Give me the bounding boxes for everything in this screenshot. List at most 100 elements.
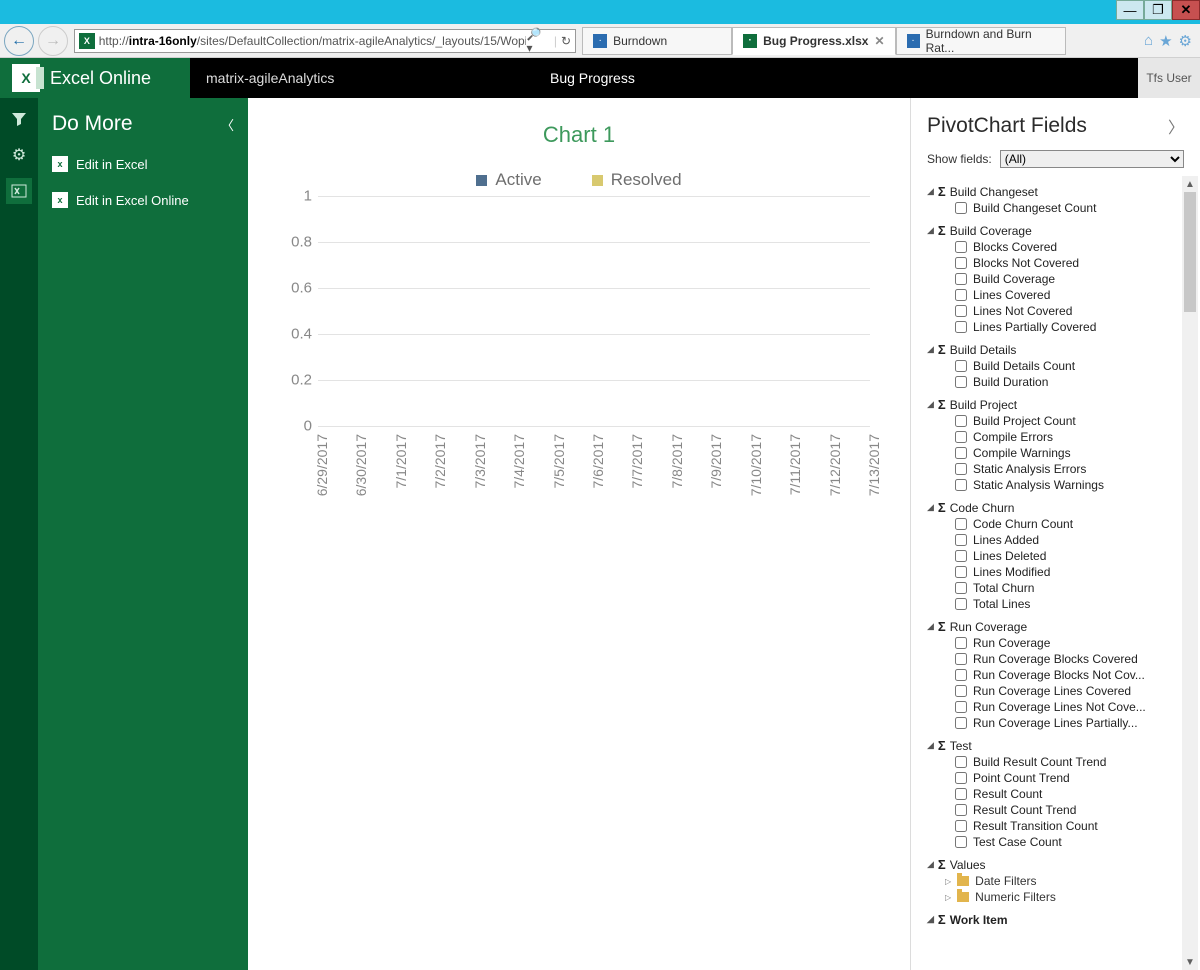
field-checkbox-row[interactable]: Result Transition Count (955, 819, 1180, 833)
search-dropdown-icon[interactable]: 🔎 ▾ (526, 27, 549, 55)
window-maximize-button[interactable]: ❐ (1144, 0, 1172, 20)
user-badge[interactable]: Tfs User (1138, 58, 1200, 98)
window-close-button[interactable]: ✕ (1172, 0, 1200, 20)
address-bar[interactable]: X http://intra-16only/sites/DefaultColle… (74, 29, 576, 53)
field-checkbox[interactable] (955, 360, 967, 372)
field-group-header[interactable]: ◢ΣWork Item (927, 912, 1180, 927)
legend-active[interactable]: Active (476, 170, 541, 190)
chevron-left-icon[interactable]: 〈 (221, 115, 234, 134)
field-checkbox[interactable] (955, 431, 967, 443)
sidebar-item[interactable]: xEdit in Excel (52, 156, 234, 172)
field-checkbox-row[interactable]: Run Coverage Blocks Not Cov... (955, 668, 1180, 682)
field-checkbox-row[interactable]: Static Analysis Errors (955, 462, 1180, 476)
field-checkbox[interactable] (955, 701, 967, 713)
back-button[interactable]: ← (4, 26, 34, 56)
scroll-thumb[interactable] (1184, 192, 1196, 312)
value-folder-row[interactable]: ▷Numeric Filters (945, 890, 1180, 904)
field-checkbox-row[interactable]: Run Coverage Lines Partially... (955, 716, 1180, 730)
field-checkbox-row[interactable]: Build Project Count (955, 414, 1180, 428)
field-checkbox[interactable] (955, 820, 967, 832)
field-checkbox[interactable] (955, 772, 967, 784)
field-checkbox-row[interactable]: Build Changeset Count (955, 201, 1180, 215)
browser-tab[interactable]: ·Burndown (582, 27, 732, 55)
field-checkbox[interactable] (955, 582, 967, 594)
field-checkbox[interactable] (955, 241, 967, 253)
field-group-header[interactable]: ◢ΣBuild Coverage (927, 223, 1180, 238)
field-checkbox-row[interactable]: Run Coverage Blocks Covered (955, 652, 1180, 666)
field-group-header[interactable]: ◢ΣRun Coverage (927, 619, 1180, 634)
field-checkbox[interactable] (955, 756, 967, 768)
field-checkbox-row[interactable]: Result Count Trend (955, 803, 1180, 817)
field-checkbox[interactable] (955, 685, 967, 697)
tab-close-icon[interactable]: ✕ (874, 34, 884, 48)
tools-icon[interactable]: ⚙ (1179, 32, 1192, 50)
field-group-header[interactable]: ◢ΣTest (927, 738, 1180, 753)
home-icon[interactable]: ⌂ (1144, 32, 1153, 50)
show-fields-select[interactable]: (All) (1000, 150, 1184, 168)
field-checkbox[interactable] (955, 447, 967, 459)
sidebar-item[interactable]: xEdit in Excel Online (52, 192, 234, 208)
breadcrumb[interactable]: matrix-agileAnalytics (190, 70, 510, 86)
field-checkbox[interactable] (955, 637, 967, 649)
value-folder-row[interactable]: ▷Date Filters (945, 874, 1180, 888)
forward-button[interactable]: → (38, 26, 68, 56)
gear-icon[interactable]: ⚙ (6, 142, 32, 168)
field-checkbox-row[interactable]: Run Coverage (955, 636, 1180, 650)
field-checkbox[interactable] (955, 598, 967, 610)
field-group-header[interactable]: ◢ΣBuild Project (927, 397, 1180, 412)
field-checkbox[interactable] (955, 836, 967, 848)
field-checkbox-row[interactable]: Point Count Trend (955, 771, 1180, 785)
field-checkbox[interactable] (955, 534, 967, 546)
field-checkbox[interactable] (955, 257, 967, 269)
excel-brand[interactable]: X Excel Online (0, 58, 190, 98)
field-checkbox[interactable] (955, 669, 967, 681)
field-checkbox-row[interactable]: Lines Added (955, 533, 1180, 547)
browser-tab[interactable]: ·Burndown and Burn Rat... (896, 27, 1066, 55)
field-checkbox[interactable] (955, 305, 967, 317)
field-checkbox-row[interactable]: Total Lines (955, 597, 1180, 611)
field-checkbox[interactable] (955, 550, 967, 562)
field-checkbox-row[interactable]: Build Result Count Trend (955, 755, 1180, 769)
field-checkbox-row[interactable]: Static Analysis Warnings (955, 478, 1180, 492)
field-checkbox[interactable] (955, 788, 967, 800)
field-group-header[interactable]: ◢ΣBuild Changeset (927, 184, 1180, 199)
window-minimize-button[interactable]: — (1116, 0, 1144, 20)
field-checkbox-row[interactable]: Lines Deleted (955, 549, 1180, 563)
field-checkbox[interactable] (955, 653, 967, 665)
field-checkbox-row[interactable]: Result Count (955, 787, 1180, 801)
chevron-right-icon[interactable]: 〉 (1168, 114, 1184, 138)
field-group-header[interactable]: ◢ΣValues (927, 857, 1180, 872)
field-checkbox-row[interactable]: Blocks Covered (955, 240, 1180, 254)
field-checkbox-row[interactable]: Lines Not Covered (955, 304, 1180, 318)
favorites-icon[interactable]: ★ (1159, 32, 1172, 50)
field-checkbox[interactable] (955, 479, 967, 491)
legend-resolved[interactable]: Resolved (592, 170, 682, 190)
field-checkbox[interactable] (955, 717, 967, 729)
field-checkbox[interactable] (955, 273, 967, 285)
field-checkbox[interactable] (955, 289, 967, 301)
field-checkbox-row[interactable]: Build Coverage (955, 272, 1180, 286)
field-group-header[interactable]: ◢ΣCode Churn (927, 500, 1180, 515)
field-checkbox-row[interactable]: Lines Partially Covered (955, 320, 1180, 334)
field-checkbox-row[interactable]: Compile Warnings (955, 446, 1180, 460)
field-checkbox[interactable] (955, 415, 967, 427)
browser-tab[interactable]: ·Bug Progress.xlsx✕ (732, 27, 895, 55)
fields-scrollbar[interactable]: ▲ ▼ (1182, 176, 1198, 970)
field-checkbox-row[interactable]: Lines Covered (955, 288, 1180, 302)
field-checkbox-row[interactable]: Compile Errors (955, 430, 1180, 444)
field-checkbox-row[interactable]: Code Churn Count (955, 517, 1180, 531)
excel-tile-icon[interactable] (6, 178, 32, 204)
scroll-down-icon[interactable]: ▼ (1182, 954, 1198, 970)
field-checkbox[interactable] (955, 202, 967, 214)
field-checkbox-row[interactable]: Run Coverage Lines Covered (955, 684, 1180, 698)
filter-icon[interactable] (6, 106, 32, 132)
field-checkbox[interactable] (955, 463, 967, 475)
field-checkbox-row[interactable]: Build Details Count (955, 359, 1180, 373)
field-checkbox[interactable] (955, 804, 967, 816)
field-checkbox-row[interactable]: Run Coverage Lines Not Cove... (955, 700, 1180, 714)
scroll-up-icon[interactable]: ▲ (1182, 176, 1198, 192)
field-checkbox-row[interactable]: Total Churn (955, 581, 1180, 595)
field-checkbox-row[interactable]: Lines Modified (955, 565, 1180, 579)
field-checkbox-row[interactable]: Blocks Not Covered (955, 256, 1180, 270)
field-checkbox-row[interactable]: Test Case Count (955, 835, 1180, 849)
